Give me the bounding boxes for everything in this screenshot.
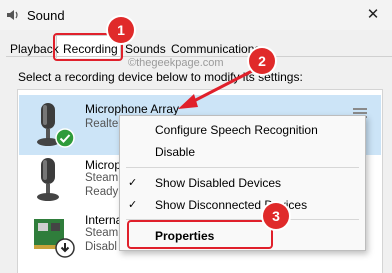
- microphone-icon: [37, 158, 59, 201]
- device-name: Interna: [85, 213, 123, 227]
- annotation-badge-3: 3: [263, 203, 289, 229]
- menu-item-disable[interactable]: Disable: [155, 145, 195, 159]
- down-arrow-icon: [55, 238, 75, 258]
- title-bar: Sound ✕: [0, 0, 392, 30]
- watermark: ©thegeekpage.com: [128, 57, 224, 69]
- device-vendor: Realte: [85, 118, 119, 130]
- annotation-badge-1: 1: [108, 17, 134, 43]
- menu-item-show-disabled-devices[interactable]: Show Disabled Devices: [155, 176, 281, 190]
- annotation-highlight-properties: [127, 220, 273, 249]
- tab-sounds[interactable]: Sounds: [125, 42, 166, 56]
- menu-separator: [126, 167, 359, 168]
- close-button[interactable]: ✕: [354, 0, 392, 30]
- checkmark-icon: ✓: [128, 199, 138, 211]
- tab-communications[interactable]: Communications: [171, 42, 260, 56]
- device-name: Microphone Array: [85, 102, 180, 116]
- annotation-badge-2: 2: [249, 48, 275, 74]
- window-title: Sound: [27, 8, 65, 23]
- tab-playback[interactable]: Playback: [10, 42, 59, 56]
- device-name: Microp: [85, 158, 122, 172]
- menu-item-configure-speech-recognition[interactable]: Configure Speech Recognition: [155, 123, 318, 137]
- checkmark-icon: ✓: [128, 177, 138, 189]
- green-check-icon: [55, 128, 75, 148]
- device-status: Ready: [85, 186, 119, 198]
- device-vendor: Steam: [85, 227, 119, 239]
- speaker-icon: [7, 10, 18, 20]
- device-status: Disabl: [85, 241, 117, 253]
- device-vendor: Steam: [85, 172, 119, 184]
